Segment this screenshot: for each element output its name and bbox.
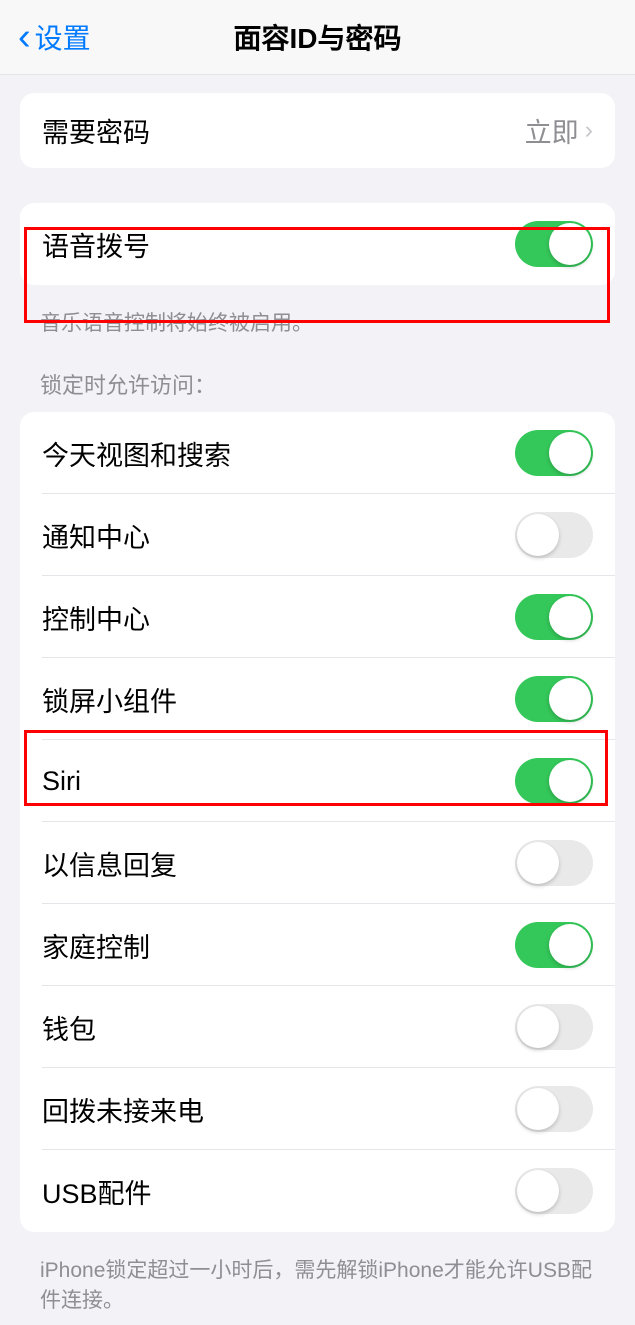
toggle-knob bbox=[549, 223, 591, 265]
list-item: 以信息回复 bbox=[20, 822, 615, 904]
list-item-toggle[interactable] bbox=[515, 1168, 593, 1214]
section-require-passcode: 需要密码 立即 › bbox=[20, 93, 615, 168]
list-item-label: 回拨未接来电 bbox=[42, 1090, 204, 1129]
list-item-toggle[interactable] bbox=[515, 676, 593, 722]
back-label: 设置 bbox=[35, 17, 91, 57]
list-item: 钱包 bbox=[20, 986, 615, 1068]
lock-access-header: 锁定时允许访问： bbox=[0, 348, 635, 406]
page-title: 面容ID与密码 bbox=[233, 17, 401, 57]
chevron-right-icon: › bbox=[585, 116, 593, 145]
list-item-toggle[interactable] bbox=[515, 430, 593, 476]
list-item-toggle[interactable] bbox=[515, 1004, 593, 1050]
toggle-knob bbox=[549, 924, 591, 966]
voice-dial-row: 语音拨号 bbox=[20, 203, 615, 285]
list-item: 锁屏小组件 bbox=[20, 658, 615, 740]
list-item: Siri bbox=[20, 740, 615, 822]
list-item-toggle[interactable] bbox=[515, 922, 593, 968]
list-item-toggle[interactable] bbox=[515, 512, 593, 558]
toggle-knob bbox=[549, 432, 591, 474]
toggle-knob bbox=[549, 760, 591, 802]
list-item-label: 控制中心 bbox=[42, 598, 150, 637]
section-voice-dial: 语音拨号 bbox=[20, 203, 615, 285]
voice-dial-footer: 音乐语音控制将始终被启用。 bbox=[0, 303, 635, 348]
list-item: USB配件 bbox=[20, 1150, 615, 1232]
toggle-knob bbox=[517, 1088, 559, 1130]
toggle-knob bbox=[549, 596, 591, 638]
list-item-label: 家庭控制 bbox=[42, 926, 150, 965]
lock-access-footer: iPhone锁定超过一小时后，需先解锁iPhone才能允许USB配件连接。 bbox=[0, 1250, 635, 1325]
toggle-knob bbox=[517, 1006, 559, 1048]
toggle-knob bbox=[517, 1170, 559, 1212]
list-item-label: 钱包 bbox=[42, 1008, 96, 1047]
section-lock-access: 今天视图和搜索通知中心控制中心锁屏小组件 Siri 以信息回复家庭控制钱包回拨未接来… bbox=[20, 412, 615, 1232]
voice-dial-label: 语音拨号 bbox=[42, 225, 150, 264]
list-item-label: 以信息回复 bbox=[42, 844, 177, 883]
voice-dial-toggle[interactable] bbox=[515, 221, 593, 267]
list-item-toggle[interactable] bbox=[515, 758, 593, 804]
require-passcode-row[interactable]: 需要密码 立即 › bbox=[20, 93, 615, 168]
toggle-knob bbox=[517, 842, 559, 884]
list-item: 回拨未接来电 bbox=[20, 1068, 615, 1150]
list-item-label: 今天视图和搜索 bbox=[42, 434, 231, 473]
toggle-knob bbox=[549, 678, 591, 720]
list-item-label: Siri bbox=[42, 766, 81, 797]
content: 需要密码 立即 › 语音拨号 音乐语音控制将始终被启用。 锁定时允许访问： 今天… bbox=[0, 93, 635, 1325]
list-item-toggle[interactable] bbox=[515, 594, 593, 640]
list-item-label: 锁屏小组件 bbox=[42, 680, 177, 719]
chevron-left-icon: ‹ bbox=[18, 18, 31, 56]
toggle-knob bbox=[517, 514, 559, 556]
back-button[interactable]: ‹ 设置 bbox=[0, 17, 91, 57]
list-item: 控制中心 bbox=[20, 576, 615, 658]
require-passcode-label: 需要密码 bbox=[42, 111, 150, 150]
list-item-toggle[interactable] bbox=[515, 840, 593, 886]
list-item: 通知中心 bbox=[20, 494, 615, 576]
list-item-toggle[interactable] bbox=[515, 1086, 593, 1132]
list-item-label: 通知中心 bbox=[42, 516, 150, 555]
require-passcode-value-wrap: 立即 › bbox=[525, 111, 593, 150]
list-item: 家庭控制 bbox=[20, 904, 615, 986]
header-bar: ‹ 设置 面容ID与密码 bbox=[0, 0, 635, 75]
list-item: 今天视图和搜索 bbox=[20, 412, 615, 494]
require-passcode-value: 立即 bbox=[525, 111, 579, 150]
list-item-label: USB配件 bbox=[42, 1172, 152, 1211]
